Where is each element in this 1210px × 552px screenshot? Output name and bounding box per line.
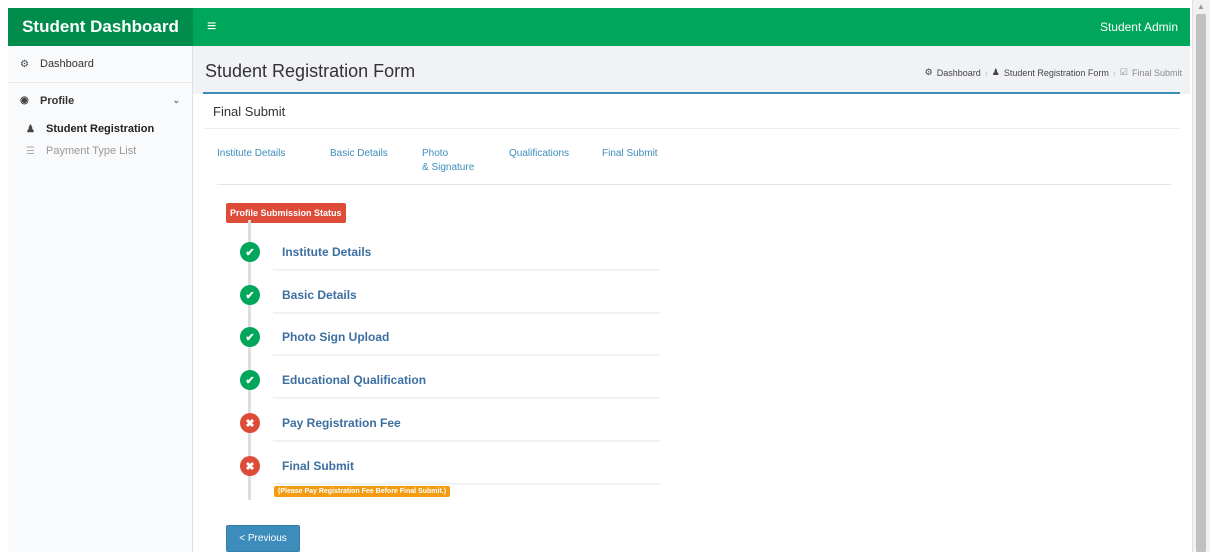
user-icon: ♟	[26, 123, 35, 135]
box-title: Final Submit	[203, 94, 1180, 129]
sidebar-item-profile[interactable]: ◉ Profile ⌄	[8, 82, 192, 118]
user-menu[interactable]: Student Admin	[1100, 20, 1178, 34]
eye-icon: ◉	[20, 95, 29, 106]
content-header: Student Registration Form ⚙ Dashboard › …	[193, 46, 1190, 94]
breadcrumb-current: Final Submit	[1131, 67, 1182, 78]
scrollbar-thumb[interactable]	[1196, 14, 1206, 552]
status-badge: Profile Submission Status	[226, 203, 346, 223]
brand-logo[interactable]: Student Dashboard	[8, 8, 193, 46]
top-navbar: Student Dashboard ≡ Student Admin	[8, 8, 1190, 46]
check-icon: ✔	[240, 327, 260, 347]
check-icon: ✔	[240, 242, 260, 262]
tab-institute-details[interactable]: Institute Details	[217, 147, 285, 161]
status-step: ✖ Pay Registration Fee	[240, 403, 660, 441]
previous-button[interactable]: < Previous	[226, 525, 300, 552]
sidebar-item-payment-type-list[interactable]: ☰ Payment Type List	[8, 140, 192, 162]
breadcrumb: ⚙ Dashboard › ♟ Student Registration For…	[925, 67, 1182, 78]
sidebar-item-dashboard[interactable]: ⚙ Dashboard	[8, 46, 192, 82]
status-step: ✔ Photo Sign Upload	[240, 317, 660, 355]
form-tabs: Institute Details Basic Details Photo & …	[217, 147, 1171, 185]
page-title: Student Registration Form	[205, 61, 416, 81]
check-icon: ✔	[240, 285, 260, 305]
check-icon: ✔	[240, 370, 260, 390]
step-label[interactable]: Photo Sign Upload	[282, 330, 389, 344]
status-step: ✔ Basic Details	[240, 275, 660, 313]
page-scrollbar[interactable]: ▲	[1192, 0, 1210, 552]
sidebar-item-label: Payment Type List	[46, 145, 137, 157]
step-label[interactable]: Institute Details	[282, 245, 371, 259]
breadcrumb-separator: ›	[1112, 67, 1116, 78]
sidebar-item-student-registration[interactable]: ♟ Student Registration	[8, 118, 192, 140]
step-label[interactable]: Pay Registration Fee	[282, 416, 401, 430]
dashboard-icon: ⚙	[20, 58, 29, 70]
warning-note: (Please Pay Registration Fee Before Fina…	[274, 486, 451, 497]
tab-basic-details[interactable]: Basic Details	[330, 147, 388, 161]
step-label[interactable]: Basic Details	[282, 288, 357, 302]
user-icon: ♟	[991, 67, 1000, 77]
tab-label-line: & Signature	[422, 162, 475, 173]
tab-photo-signature[interactable]: Photo & Signature	[422, 147, 474, 175]
chevron-down-icon: ⌄	[172, 95, 180, 105]
sidebar: ⚙ Dashboard ◉ Profile ⌄ ♟ Student Regist…	[8, 46, 193, 552]
list-icon: ☰	[26, 145, 35, 157]
scroll-up-arrow-icon[interactable]: ▲	[1197, 2, 1205, 11]
final-submit-box: Final Submit Institute Details Basic Det…	[203, 92, 1180, 552]
step-label[interactable]: Educational Qualification	[282, 373, 426, 387]
sidebar-item-label: Student Registration	[46, 123, 155, 135]
checkbox-icon: ☑	[1119, 67, 1128, 77]
status-step: ✔ Educational Qualification	[240, 360, 660, 398]
status-step: ✔ Institute Details	[240, 232, 660, 270]
breadcrumb-item[interactable]: Dashboard	[937, 68, 981, 78]
sidebar-item-label: Profile	[40, 94, 75, 107]
cross-icon: ✖	[240, 413, 260, 433]
tab-final-submit[interactable]: Final Submit	[602, 147, 658, 161]
breadcrumb-separator: ›	[984, 67, 988, 78]
sidebar-item-label: Dashboard	[40, 58, 94, 70]
tab-label-line: Photo	[422, 148, 449, 159]
dashboard-icon: ⚙	[924, 67, 933, 77]
cross-icon: ✖	[240, 456, 260, 476]
menu-toggle-icon[interactable]: ≡	[207, 18, 216, 36]
step-label[interactable]: Final Submit	[282, 459, 354, 473]
status-step: ✖ Final Submit	[240, 446, 660, 484]
breadcrumb-item[interactable]: Student Registration Form	[1004, 68, 1109, 78]
tab-qualifications[interactable]: Qualifications	[509, 147, 569, 161]
